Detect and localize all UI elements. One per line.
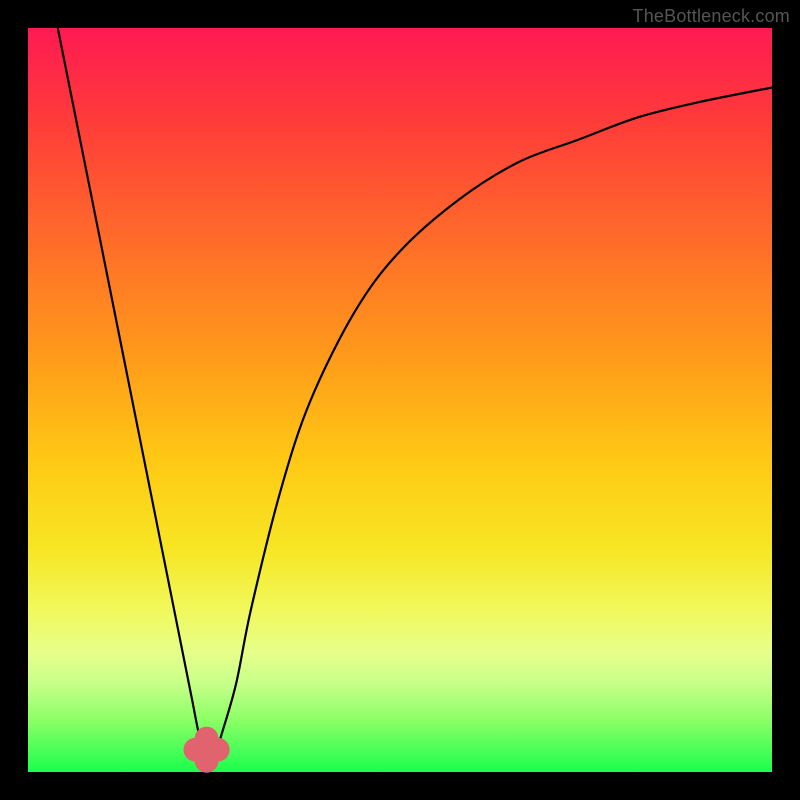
curve-svg [28, 28, 772, 772]
watermark-text: TheBottleneck.com [633, 6, 790, 27]
min-marker-top [195, 727, 219, 751]
chart-frame: TheBottleneck.com [0, 0, 800, 800]
bottleneck-curve [58, 28, 772, 760]
plot-area [28, 28, 772, 772]
